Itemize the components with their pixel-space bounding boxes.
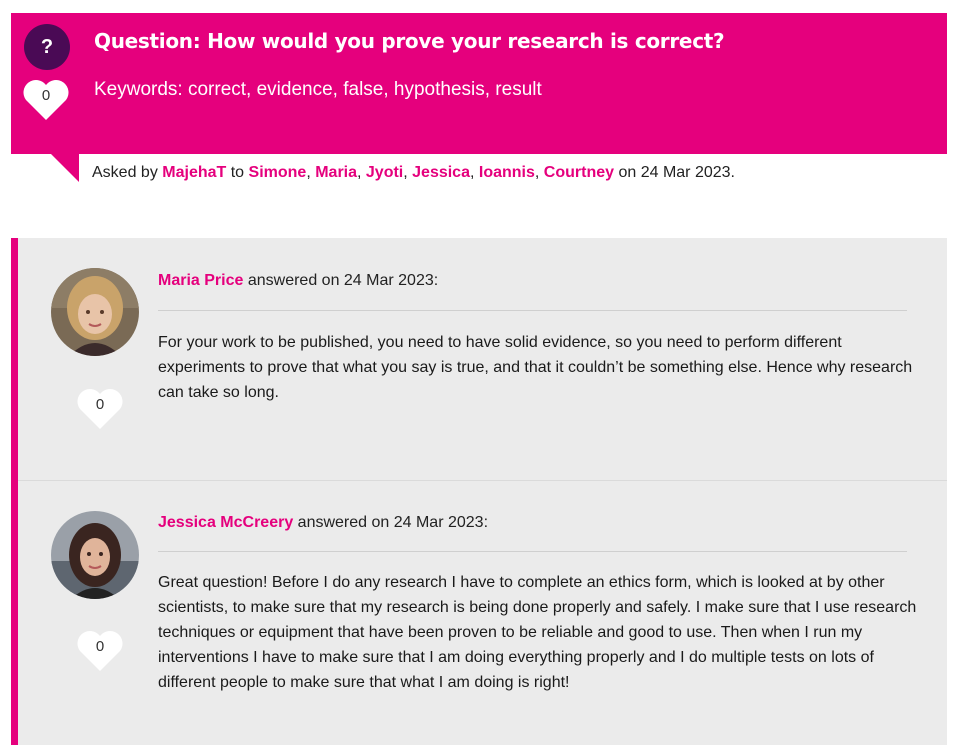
question-speech-tail bbox=[51, 154, 79, 182]
answers-panel: 0 Maria Price answered on 24 Mar 2023: F… bbox=[11, 238, 947, 745]
answerer-name[interactable]: Jessica McCreery bbox=[158, 514, 293, 531]
divider bbox=[158, 551, 907, 552]
recipient-link[interactable]: Courtney bbox=[544, 164, 614, 181]
answer-meta: Jessica McCreery answered on 24 Mar 2023… bbox=[158, 514, 488, 532]
to-word: to bbox=[230, 164, 245, 181]
recipient-link[interactable]: Jyoti bbox=[366, 164, 403, 181]
answer-body: For your work to be published, you need … bbox=[158, 334, 913, 401]
question-like-count: 0 bbox=[41, 86, 51, 104]
answer-like-count: 0 bbox=[95, 637, 105, 655]
answer-like-heart-icon[interactable]: 0 bbox=[76, 627, 124, 673]
asked-prefix: Asked by bbox=[92, 164, 158, 181]
asked-by-line: Asked by MajehaT to Simone, Maria, Jyoti… bbox=[92, 164, 735, 181]
answer-body: Great question! Before I do any research… bbox=[158, 574, 917, 691]
divider bbox=[158, 310, 907, 311]
recipient-link[interactable]: Maria bbox=[315, 164, 357, 181]
answered-date: answered on 24 Mar 2023: bbox=[297, 514, 489, 531]
recipient-link[interactable]: Jessica bbox=[412, 164, 470, 181]
question-keywords: Keywords: correct, evidence, false, hypo… bbox=[94, 79, 542, 100]
answer-like-heart-icon[interactable]: 0 bbox=[76, 385, 124, 431]
avatar[interactable] bbox=[51, 511, 139, 599]
question-mark-icon: ? bbox=[24, 24, 70, 70]
avatar[interactable] bbox=[51, 268, 139, 356]
answer-like-count: 0 bbox=[95, 395, 105, 413]
recipient-link[interactable]: Ioannis bbox=[479, 164, 535, 181]
recipient-link[interactable]: Simone bbox=[249, 164, 307, 181]
asker-link[interactable]: MajehaT bbox=[162, 164, 226, 181]
question-like-heart-icon[interactable]: 0 bbox=[22, 76, 70, 122]
answer-item: 0 Jessica McCreery answered on 24 Mar 20… bbox=[18, 480, 947, 746]
asked-date: on 24 Mar 2023. bbox=[618, 164, 735, 181]
answer-item: 0 Maria Price answered on 24 Mar 2023: F… bbox=[18, 238, 947, 480]
question-title: Question: How would you prove your resea… bbox=[94, 29, 725, 53]
answered-date: answered on 24 Mar 2023: bbox=[247, 272, 439, 289]
answer-meta: Maria Price answered on 24 Mar 2023: bbox=[158, 272, 438, 290]
answerer-name[interactable]: Maria Price bbox=[158, 272, 243, 289]
